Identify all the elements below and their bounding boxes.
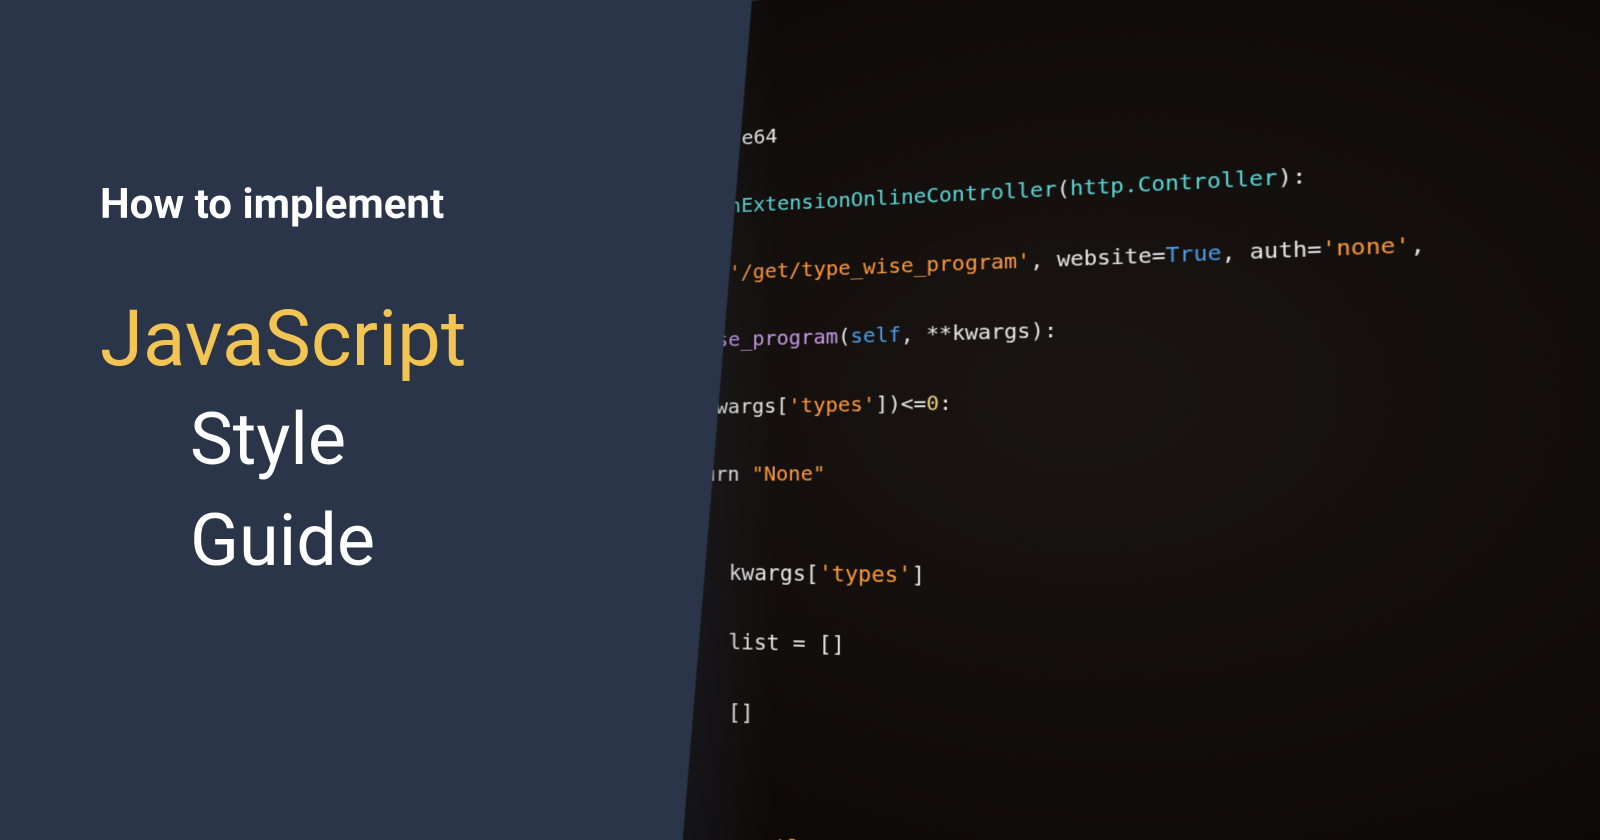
title-style: Style	[190, 390, 632, 491]
code-line: base64	[694, 19, 1600, 157]
code-line: turn "None"	[692, 445, 1600, 490]
code-line: list = []	[691, 625, 1600, 704]
code-line: wise_program(self, **kwargs):	[693, 273, 1600, 356]
code-line: == 'local_bachelor_program_hsc':	[689, 826, 1600, 840]
code-line: []	[690, 695, 1600, 794]
banner-container: How to implement JavaScript Style Guide …	[0, 0, 1600, 840]
left-panel: How to implement JavaScript Style Guide	[0, 0, 672, 840]
code-block: z base64 sionExtensionOnlineController(h…	[672, 0, 1600, 840]
code-screen: z base64 sionExtensionOnlineController(h…	[672, 0, 1600, 840]
subtitle: How to implement	[100, 180, 632, 229]
code-line: sionExtensionOnlineController(http.Contr…	[694, 103, 1600, 223]
code-line: z	[694, 0, 1600, 91]
code-line: kwargs['types']	[691, 556, 1600, 614]
code-line: te('/get/type_wise_program', website=Tru…	[693, 188, 1600, 289]
code-panel: z base64 sionExtensionOnlineController(h…	[672, 0, 1600, 840]
title-guide: Guide	[190, 491, 632, 592]
title-javascript: JavaScript	[100, 289, 632, 390]
code-line: (kwargs['types'])<=0:	[692, 359, 1600, 423]
